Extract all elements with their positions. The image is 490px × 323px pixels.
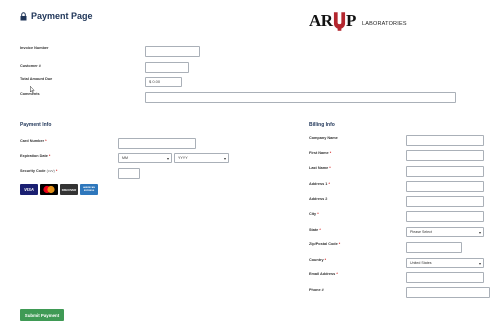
- payment-info-heading: Payment Info: [20, 122, 52, 128]
- state-label-text: State: [309, 228, 319, 232]
- card-number-label: Card Number *: [20, 139, 47, 143]
- email-label-text: Email Address: [309, 272, 336, 276]
- required-mark: *: [328, 182, 330, 186]
- last-name-label-text: Last Name: [309, 166, 329, 170]
- mastercard-card-icon: [40, 184, 58, 195]
- company-label: Company Name: [309, 136, 338, 140]
- state-select[interactable]: Please Select ▾: [406, 227, 484, 237]
- arup-logo: AR P LABORATORIES: [309, 10, 409, 34]
- mastercard-circles: [43, 185, 55, 194]
- discover-card-icon: DISCOVER: [60, 184, 78, 195]
- address2-input[interactable]: [406, 196, 484, 207]
- required-mark: *: [329, 166, 331, 170]
- chevron-down-icon: ▾: [478, 260, 481, 266]
- card-number-label-text: Card Number: [20, 139, 45, 143]
- required-mark: *: [338, 242, 341, 246]
- lock-icon: [20, 11, 27, 20]
- month-select-value: MM: [122, 156, 128, 160]
- address1-label: Address 1 *: [309, 182, 330, 186]
- required-mark: *: [324, 258, 327, 262]
- city-input[interactable]: [406, 211, 484, 222]
- year-select-value: YYYY: [178, 156, 188, 160]
- email-label: Email Address *: [309, 272, 338, 276]
- customer-input[interactable]: [145, 62, 189, 73]
- first-name-label: First Name *: [309, 151, 331, 155]
- card-number-input[interactable]: [118, 138, 196, 149]
- customer-label: Customer #: [20, 64, 41, 68]
- zip-input[interactable]: [406, 242, 462, 253]
- security-label-text: Security Code: [20, 169, 46, 173]
- logo-u-mark: [333, 12, 346, 31]
- country-label-text: Country: [309, 258, 324, 262]
- page-title: Payment Page: [20, 11, 93, 21]
- address2-label: Address 2: [309, 197, 328, 201]
- security-note: (cvv): [46, 169, 55, 173]
- required-mark: *: [319, 228, 321, 232]
- logo-text-right: P: [346, 11, 356, 30]
- submit-payment-button[interactable]: Submit Payment: [20, 309, 64, 321]
- billing-info-heading: Billing Info: [309, 122, 335, 128]
- invoice-number-input[interactable]: [145, 46, 200, 57]
- country-label: Country *: [309, 258, 326, 262]
- phone-label: Phone #: [309, 288, 324, 292]
- logo-text-left: AR: [309, 11, 333, 30]
- expiration-label: Expiration Date *: [20, 154, 50, 158]
- first-name-label-text: First Name: [309, 151, 329, 155]
- last-name-label: Last Name *: [309, 166, 331, 170]
- mouse-cursor-icon: [30, 86, 35, 93]
- chevron-down-icon: ▾: [166, 155, 169, 161]
- city-label: City *: [309, 212, 319, 216]
- required-mark: *: [336, 272, 338, 276]
- invoice-number-label: Invoice Number: [20, 46, 49, 50]
- state-select-value: Please Select: [410, 230, 432, 234]
- country-select[interactable]: United States ▾: [406, 258, 484, 268]
- required-mark: *: [48, 154, 51, 158]
- address1-label-text: Address 1: [309, 182, 328, 186]
- last-name-input[interactable]: [406, 166, 484, 177]
- visa-card-icon: VISA: [20, 184, 38, 195]
- total-label: Total Amount Due: [20, 77, 53, 81]
- city-label-text: City: [309, 212, 317, 216]
- zip-label: Zip/Postal Code *: [309, 242, 340, 246]
- total-amount-field: $ 0.00: [145, 77, 182, 87]
- chevron-down-icon: ▾: [223, 155, 226, 161]
- logo-laboratories: LABORATORIES: [362, 21, 407, 27]
- comments-input[interactable]: [145, 92, 456, 103]
- security-code-input[interactable]: [118, 168, 140, 179]
- expiration-label-text: Expiration Date: [20, 154, 48, 158]
- company-input[interactable]: [406, 135, 484, 146]
- expiration-month-select[interactable]: MM ▾: [118, 153, 172, 163]
- required-mark: *: [55, 169, 58, 173]
- expiration-year-select[interactable]: YYYY ▾: [174, 153, 229, 163]
- required-mark: *: [45, 139, 47, 143]
- required-mark: *: [329, 151, 332, 155]
- phone-input[interactable]: [406, 287, 490, 298]
- chevron-down-icon: ▾: [478, 229, 481, 235]
- state-label: State *: [309, 228, 321, 232]
- page-title-text: Payment Page: [31, 11, 93, 21]
- amex-card-icon: AMERICAN EXPRESS: [80, 184, 98, 195]
- security-code-label: Security Code (cvv) *: [20, 169, 57, 173]
- email-input[interactable]: [406, 272, 484, 283]
- zip-label-text: Zip/Postal Code: [309, 242, 338, 246]
- first-name-input[interactable]: [406, 150, 484, 161]
- required-mark: *: [317, 212, 319, 216]
- address1-input[interactable]: [406, 181, 484, 192]
- country-select-value: United States: [410, 261, 432, 265]
